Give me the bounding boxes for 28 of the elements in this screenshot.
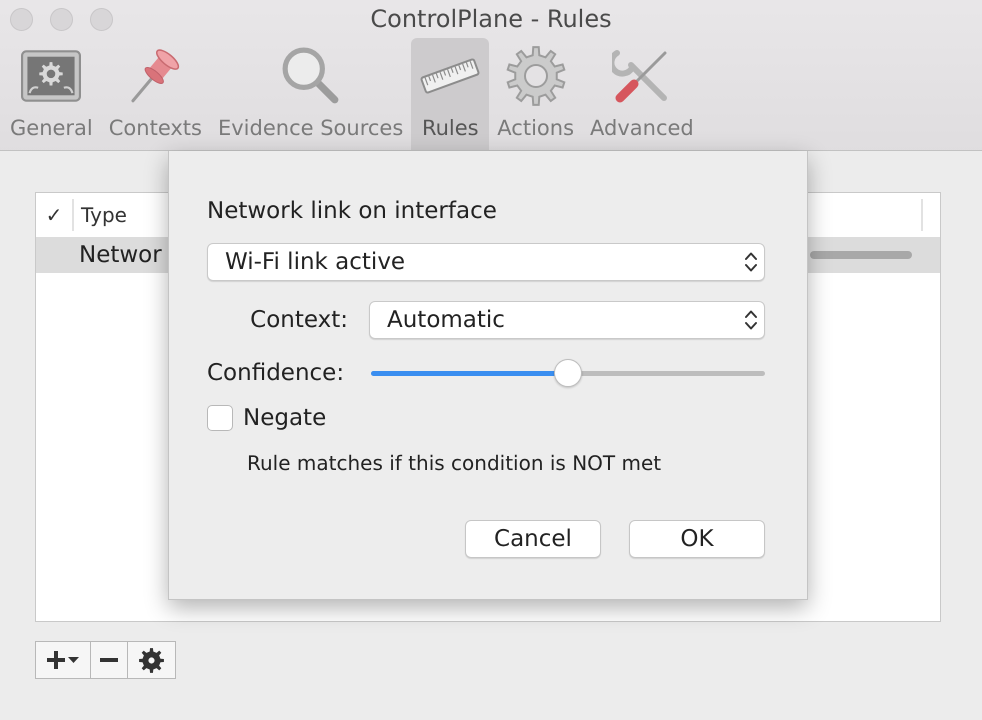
column-header[interactable]: ✓ (46, 203, 62, 227)
sheet-heading: Network link on interface (207, 197, 497, 225)
plus-icon (47, 651, 65, 669)
context-label: Context: (250, 306, 348, 334)
table-cell: Networ (79, 241, 162, 269)
up-down-arrows-icon (744, 250, 758, 274)
context-popup[interactable]: Automatic (369, 301, 765, 339)
magnifier-icon (280, 46, 341, 106)
slider-thumb[interactable] (554, 359, 582, 387)
negate-checkbox[interactable] (207, 405, 233, 431)
gear-icon (506, 46, 566, 106)
confidence-slider[interactable] (371, 359, 765, 387)
zoom-button[interactable] (90, 8, 113, 30)
minimize-button[interactable] (50, 8, 73, 30)
window-title: ControlPlane - Rules (370, 4, 612, 34)
toolbar-tab[interactable]: Rules (411, 38, 490, 150)
hint-text: Rule matches if this condition is NOT met (247, 451, 662, 475)
dialog-button[interactable]: OK (629, 520, 765, 558)
gear-icon (139, 648, 164, 672)
dialog-button[interactable]: Cancel (465, 520, 601, 558)
condition-popup[interactable]: Wi-Fi link active (207, 243, 765, 281)
column-header[interactable]: Type (81, 203, 127, 227)
minus-icon (100, 658, 118, 662)
confidence-label: Confidence: (207, 359, 344, 387)
up-down-arrows-icon (744, 308, 758, 332)
caret-icon (68, 657, 79, 663)
negate-label[interactable]: Negate (243, 404, 326, 432)
close-button[interactable] (10, 8, 33, 30)
